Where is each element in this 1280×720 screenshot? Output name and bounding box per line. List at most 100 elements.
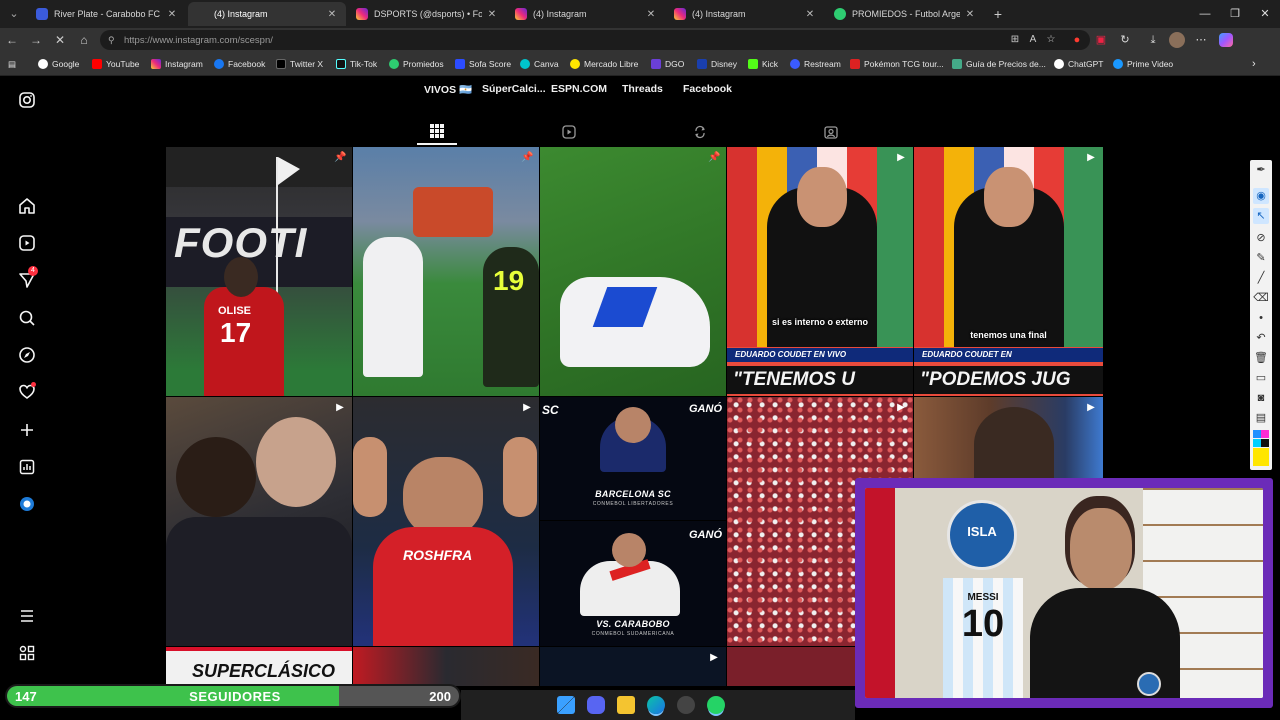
- search-icon[interactable]: [17, 308, 37, 328]
- downloads-icon[interactable]: ⤓: [1145, 32, 1161, 48]
- discord-icon[interactable]: [587, 696, 605, 714]
- pen-tool-icon[interactable]: ✒: [1253, 162, 1269, 178]
- camera-icon[interactable]: ◙: [1253, 390, 1269, 406]
- color-swatch-cyan-black[interactable]: [1253, 439, 1269, 447]
- user-profile-avatar[interactable]: [1169, 32, 1185, 48]
- settings-more-icon[interactable]: ⋯: [1193, 32, 1209, 48]
- close-tab-icon[interactable]: ✕: [326, 9, 338, 20]
- posts-tab[interactable]: [417, 119, 457, 145]
- reels-tab[interactable]: [549, 119, 589, 145]
- bookmark-google[interactable]: Google: [38, 57, 79, 71]
- post-11-crowd-preview[interactable]: ▶: [914, 397, 1103, 482]
- explore-icon[interactable]: [17, 345, 37, 365]
- bookmark-facebook[interactable]: Facebook: [214, 57, 265, 71]
- bookmark-pokemon-tcg[interactable]: Pokémon TCG tour...: [850, 57, 944, 71]
- profile-link-vivos[interactable]: VIVOS 🇦🇷: [424, 83, 472, 97]
- browser-tab-2[interactable]: (4) Instagram ✕: [188, 2, 346, 26]
- bookmark-prime-video[interactable]: Prime Video: [1113, 57, 1173, 71]
- browser-tab-5[interactable]: (4) Instagram ✕: [666, 2, 824, 26]
- color-swatch-yellow[interactable]: [1253, 448, 1269, 466]
- board-icon[interactable]: ▭: [1253, 370, 1269, 386]
- profile-link-supercalcio[interactable]: SúperCalci...: [482, 83, 546, 97]
- address-bar[interactable]: ⚲ https://www.instagram.com/scespn/: [100, 30, 1090, 50]
- bookmark-promiedos[interactable]: Promiedos: [389, 57, 444, 71]
- bookmark-mercado-libre[interactable]: Mercado Libre: [570, 57, 638, 71]
- cursor-tool-icon[interactable]: ↖: [1253, 208, 1269, 224]
- obs-icon[interactable]: [677, 696, 695, 714]
- bookmark-twitter-x[interactable]: Twitter X: [276, 57, 323, 71]
- bookmark-restream[interactable]: Restream: [790, 57, 841, 71]
- clipboard-icon[interactable]: ▤: [1253, 410, 1269, 426]
- post-13[interactable]: [353, 647, 539, 686]
- post-5[interactable]: tenemos una final EDUARDO COUDET EN "POD…: [914, 147, 1103, 396]
- dot-size-icon[interactable]: •: [1253, 310, 1269, 326]
- refresh-extension-icon[interactable]: ↻: [1117, 32, 1133, 48]
- post-8[interactable]: SC GANÓ BARCELONA SC CONMEBOL LIBERTADOR…: [540, 397, 726, 520]
- close-tab-icon[interactable]: ✕: [166, 9, 178, 20]
- bookmark-guia-precios[interactable]: Guía de Precios de...: [952, 57, 1046, 71]
- bookmark-instagram[interactable]: Instagram: [151, 57, 203, 71]
- trash-icon[interactable]: 🗑: [1253, 350, 1269, 366]
- post-7[interactable]: ROSHFRA ▶: [353, 397, 539, 646]
- close-tab-icon[interactable]: ✕: [645, 9, 657, 20]
- extension-icon[interactable]: ▣: [1093, 32, 1109, 48]
- reposts-tab[interactable]: [680, 119, 720, 145]
- notifications-icon[interactable]: [17, 382, 37, 402]
- whatsapp-icon[interactable]: [707, 696, 725, 714]
- tab-actions-menu-icon[interactable]: ⌄: [4, 4, 24, 24]
- post-3[interactable]: 📌: [540, 147, 726, 396]
- bookmarks-sidebar-icon[interactable]: ▤: [8, 57, 16, 71]
- bookmark-kick[interactable]: Kick: [748, 57, 778, 71]
- color-swatch-blue-magenta[interactable]: [1253, 430, 1269, 438]
- line-tool-icon[interactable]: ╱: [1253, 270, 1269, 286]
- copilot-icon[interactable]: [1219, 33, 1233, 47]
- pencil-off-icon[interactable]: ⊘: [1253, 230, 1269, 246]
- edge-browser-icon[interactable]: [647, 696, 665, 714]
- messages-icon[interactable]: 4: [17, 266, 38, 290]
- tagged-tab[interactable]: [811, 119, 851, 145]
- post-12[interactable]: SUPERCLÁSICO: [166, 647, 352, 686]
- file-explorer-icon[interactable]: [617, 696, 635, 714]
- bookmark-disney[interactable]: Disney: [697, 57, 737, 71]
- favorite-star-icon[interactable]: ☆: [1044, 33, 1058, 47]
- create-icon[interactable]: [17, 420, 37, 440]
- dashboard-icon[interactable]: [17, 457, 37, 477]
- extension-recorder-icon[interactable]: ●: [1069, 32, 1085, 48]
- profile-link-espn[interactable]: ESPN.COM: [551, 83, 607, 97]
- post-6[interactable]: ▶: [166, 397, 352, 646]
- instagram-logo-icon[interactable]: [17, 90, 37, 110]
- site-info-icon[interactable]: ⚲: [108, 35, 118, 45]
- browser-tab-6[interactable]: PROMIEDOS - Futbol Argentino - ✕: [826, 2, 984, 26]
- profile-link-facebook[interactable]: Facebook: [683, 83, 732, 97]
- reels-icon[interactable]: [17, 233, 37, 253]
- home-page-icon[interactable]: ⌂: [74, 30, 94, 50]
- browser-tab-1[interactable]: River Plate - Carabobo FC en vivo ✕: [28, 2, 186, 26]
- forward-icon[interactable]: →: [26, 30, 46, 50]
- app-available-icon[interactable]: ⊞: [1008, 33, 1022, 47]
- eraser-icon[interactable]: ⌫: [1253, 290, 1269, 306]
- browser-tab-4[interactable]: (4) Instagram ✕: [507, 2, 665, 26]
- maximize-icon[interactable]: ❐: [1220, 4, 1250, 24]
- back-icon[interactable]: ←: [2, 30, 22, 50]
- post-2[interactable]: 19 📌: [353, 147, 539, 396]
- bookmark-sofascore[interactable]: Sofa Score: [455, 57, 511, 71]
- windows-start-icon[interactable]: [557, 696, 575, 714]
- more-menu-icon[interactable]: [17, 606, 37, 626]
- home-icon[interactable]: [17, 196, 37, 216]
- close-tab-icon[interactable]: ✕: [964, 9, 976, 20]
- bookmark-tiktok[interactable]: Tik-Tok: [336, 57, 377, 71]
- highlighter-icon[interactable]: ✎: [1253, 250, 1269, 266]
- close-tab-icon[interactable]: ✕: [486, 9, 498, 20]
- bookmark-dgo[interactable]: DGO: [651, 57, 684, 71]
- profile-avatar[interactable]: [17, 494, 37, 514]
- undo-icon[interactable]: ↶: [1253, 330, 1269, 346]
- more-bookmarks-icon[interactable]: ›: [1252, 57, 1256, 71]
- also-from-meta-icon[interactable]: [17, 643, 37, 663]
- bookmark-canva[interactable]: Canva: [520, 57, 559, 71]
- read-aloud-icon[interactable]: A: [1026, 33, 1040, 47]
- eye-visibility-icon[interactable]: ◉: [1253, 188, 1269, 204]
- bookmark-youtube[interactable]: YouTube: [92, 57, 139, 71]
- post-1[interactable]: FOOTI OLISE 17 📌: [166, 147, 352, 396]
- new-tab-icon[interactable]: +: [988, 4, 1008, 24]
- minimize-icon[interactable]: —: [1190, 4, 1220, 24]
